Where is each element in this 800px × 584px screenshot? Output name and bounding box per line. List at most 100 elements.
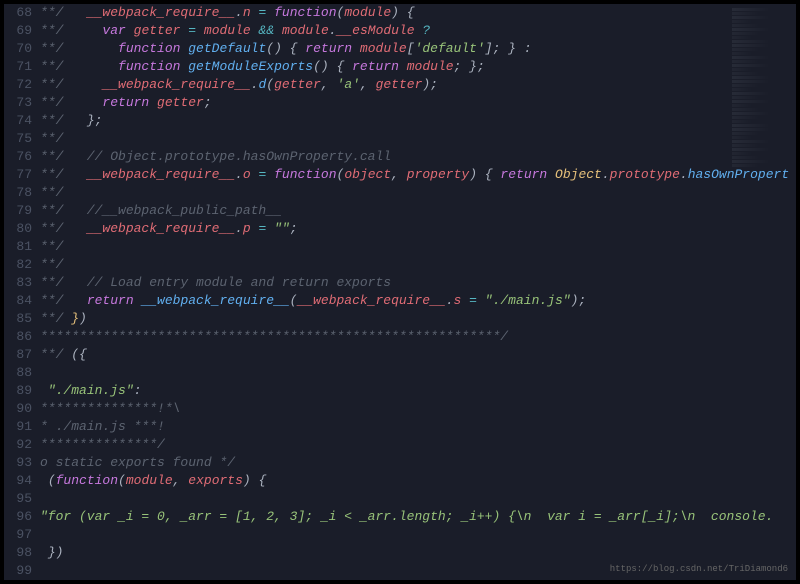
line-number: 76 xyxy=(4,148,32,166)
code-line[interactable]: "./main.js": xyxy=(40,382,796,400)
minimap-line xyxy=(732,128,787,131)
minimap-line xyxy=(732,16,787,19)
minimap-line xyxy=(732,64,787,67)
minimap-line xyxy=(732,24,772,27)
line-number: 68 xyxy=(4,4,32,22)
minimap-line xyxy=(732,36,762,39)
code-line[interactable]: **/ return getter; xyxy=(40,94,796,112)
minimap-line xyxy=(732,40,787,43)
line-number: 69 xyxy=(4,22,32,40)
code-line[interactable]: **/ __webpack_require__.d(getter, 'a', g… xyxy=(40,76,796,94)
minimap-line xyxy=(732,48,772,51)
code-line[interactable]: **/ function getModuleExports() { return… xyxy=(40,58,796,76)
line-number: 84 xyxy=(4,292,32,310)
code-line[interactable]: **/ }) xyxy=(40,310,796,328)
minimap-line xyxy=(732,72,772,75)
line-number: 80 xyxy=(4,220,32,238)
minimap-line xyxy=(732,136,762,139)
minimap-line xyxy=(732,32,772,35)
line-number: 86 xyxy=(4,328,32,346)
minimap-line xyxy=(732,160,787,163)
code-line[interactable]: **/ //__webpack_public_path__ xyxy=(40,202,796,220)
minimap-line xyxy=(732,144,772,147)
minimap-line xyxy=(732,52,762,55)
line-number: 81 xyxy=(4,238,32,256)
minimap-line xyxy=(732,96,772,99)
editor-inner: 6869707172737475767778798081828384858687… xyxy=(4,4,796,580)
minimap-line xyxy=(732,156,772,159)
line-number: 99 xyxy=(4,562,32,580)
line-number: 85 xyxy=(4,310,32,328)
code-line[interactable]: o static exports found */ xyxy=(40,454,796,472)
code-line[interactable]: **/ __webpack_require__.n = function(mod… xyxy=(40,4,796,22)
minimap-line xyxy=(732,88,762,91)
minimap[interactable] xyxy=(732,8,792,208)
code-line[interactable]: **/ var getter = module && module.__esMo… xyxy=(40,22,796,40)
line-number: 79 xyxy=(4,202,32,220)
code-line[interactable] xyxy=(40,490,796,508)
minimap-line xyxy=(732,112,787,115)
line-number: 71 xyxy=(4,58,32,76)
line-number: 98 xyxy=(4,544,32,562)
minimap-line xyxy=(732,116,772,119)
line-number: 96 xyxy=(4,508,32,526)
minimap-line xyxy=(732,12,772,15)
minimap-line xyxy=(732,132,772,135)
code-line[interactable]: ****************************************… xyxy=(40,328,796,346)
minimap-line xyxy=(732,152,762,155)
code-line[interactable]: **/ __webpack_require__.o = function(obj… xyxy=(40,166,796,184)
code-line[interactable]: **/ xyxy=(40,130,796,148)
line-number: 78 xyxy=(4,184,32,202)
line-number: 72 xyxy=(4,76,32,94)
line-number: 92 xyxy=(4,436,32,454)
code-line[interactable]: (function(module, exports) { xyxy=(40,472,796,490)
code-line[interactable]: **/ }; xyxy=(40,112,796,130)
minimap-line xyxy=(732,56,787,59)
minimap-line xyxy=(732,100,787,103)
minimap-line xyxy=(732,148,787,151)
code-line[interactable]: **/ __webpack_require__.p = ""; xyxy=(40,220,796,238)
code-line[interactable]: ***************!*\ xyxy=(40,400,796,418)
code-line[interactable] xyxy=(40,364,796,382)
code-line[interactable]: **/ xyxy=(40,238,796,256)
code-line[interactable]: **/ ({ xyxy=(40,346,796,364)
line-number: 90 xyxy=(4,400,32,418)
code-line[interactable]: **/ return __webpack_require__(__webpack… xyxy=(40,292,796,310)
line-number: 73 xyxy=(4,94,32,112)
line-number: 91 xyxy=(4,418,32,436)
code-line[interactable]: **/ // Object.prototype.hasOwnProperty.c… xyxy=(40,148,796,166)
code-line[interactable]: "for (var _i = 0, _arr = [1, 2, 3]; _i <… xyxy=(40,508,796,526)
code-line[interactable] xyxy=(40,526,796,544)
minimap-line xyxy=(732,20,762,23)
minimap-line xyxy=(732,164,772,167)
minimap-line xyxy=(732,80,787,83)
minimap-line xyxy=(732,140,787,143)
line-number: 95 xyxy=(4,490,32,508)
watermark-text: https://blog.csdn.net/TriDiamond6 xyxy=(610,564,788,574)
minimap-line xyxy=(732,68,762,71)
code-line[interactable]: **/ xyxy=(40,184,796,202)
line-number: 77 xyxy=(4,166,32,184)
code-area[interactable]: **/ __webpack_require__.n = function(mod… xyxy=(40,4,796,580)
code-line[interactable]: }) xyxy=(40,544,796,562)
code-line[interactable]: **/ xyxy=(40,256,796,274)
minimap-line xyxy=(732,124,787,127)
line-number: 97 xyxy=(4,526,32,544)
code-line[interactable]: **/ // Load entry module and return expo… xyxy=(40,274,796,292)
minimap-line xyxy=(732,84,772,87)
line-number: 74 xyxy=(4,112,32,130)
line-number: 70 xyxy=(4,40,32,58)
minimap-line xyxy=(732,92,787,95)
minimap-line xyxy=(732,108,772,111)
line-number: 94 xyxy=(4,472,32,490)
line-number: 89 xyxy=(4,382,32,400)
line-number: 83 xyxy=(4,274,32,292)
line-number: 88 xyxy=(4,364,32,382)
minimap-line xyxy=(732,120,762,123)
code-line[interactable]: ***************/ xyxy=(40,436,796,454)
minimap-line xyxy=(732,104,762,107)
line-number: 87 xyxy=(4,346,32,364)
code-line[interactable]: **/ function getDefault() { return modul… xyxy=(40,40,796,58)
minimap-line xyxy=(732,44,787,47)
code-line[interactable]: * ./main.js ***! xyxy=(40,418,796,436)
